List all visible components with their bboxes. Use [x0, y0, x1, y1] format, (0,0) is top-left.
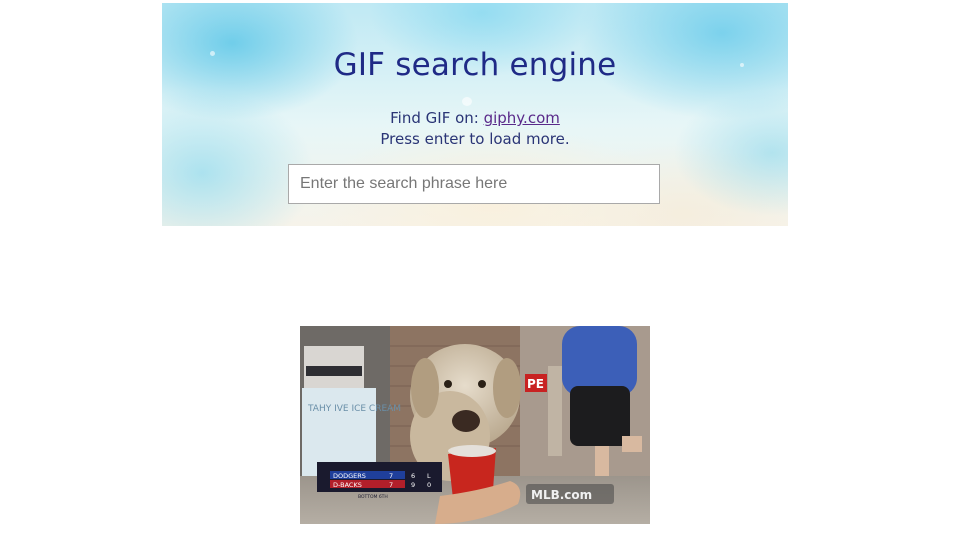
team2-score: 7: [389, 481, 393, 489]
team1-name: DODGERS: [333, 472, 366, 480]
poster-text: TAHY IVE ICE CREAM: [307, 404, 401, 414]
store-sign: PE: [527, 377, 544, 391]
header-banner: GIF search engine Find GIF on: giphy.com…: [162, 3, 788, 226]
team2-hits: 9: [411, 481, 415, 489]
team2-errors: 0: [427, 481, 431, 489]
team1-hits: 6: [411, 472, 415, 480]
paint-splatter: [462, 97, 472, 106]
search-input[interactable]: [288, 164, 660, 204]
inning-label: BOTTOM 6TH: [358, 494, 388, 500]
page-title: GIF search engine: [333, 47, 617, 83]
find-gif-prefix: Find GIF on:: [390, 109, 484, 127]
team1-errors: L: [427, 472, 431, 480]
find-gif-line: Find GIF on: giphy.com: [162, 109, 788, 127]
gif-image: TAHY IVE ICE CREAM PE DODGERS D-BACKS 7 …: [300, 326, 650, 524]
giphy-link[interactable]: giphy.com: [484, 109, 560, 127]
watermark-text: MLB.com: [531, 488, 592, 502]
load-more-hint: Press enter to load more.: [380, 130, 570, 148]
team2-name: D-BACKS: [333, 481, 362, 489]
gif-result[interactable]: TAHY IVE ICE CREAM PE DODGERS D-BACKS 7 …: [300, 326, 650, 524]
mlb-watermark: MLB.com: [526, 484, 614, 504]
team1-score: 7: [389, 472, 393, 480]
page: GIF search engine Find GIF on: giphy.com…: [0, 0, 957, 559]
